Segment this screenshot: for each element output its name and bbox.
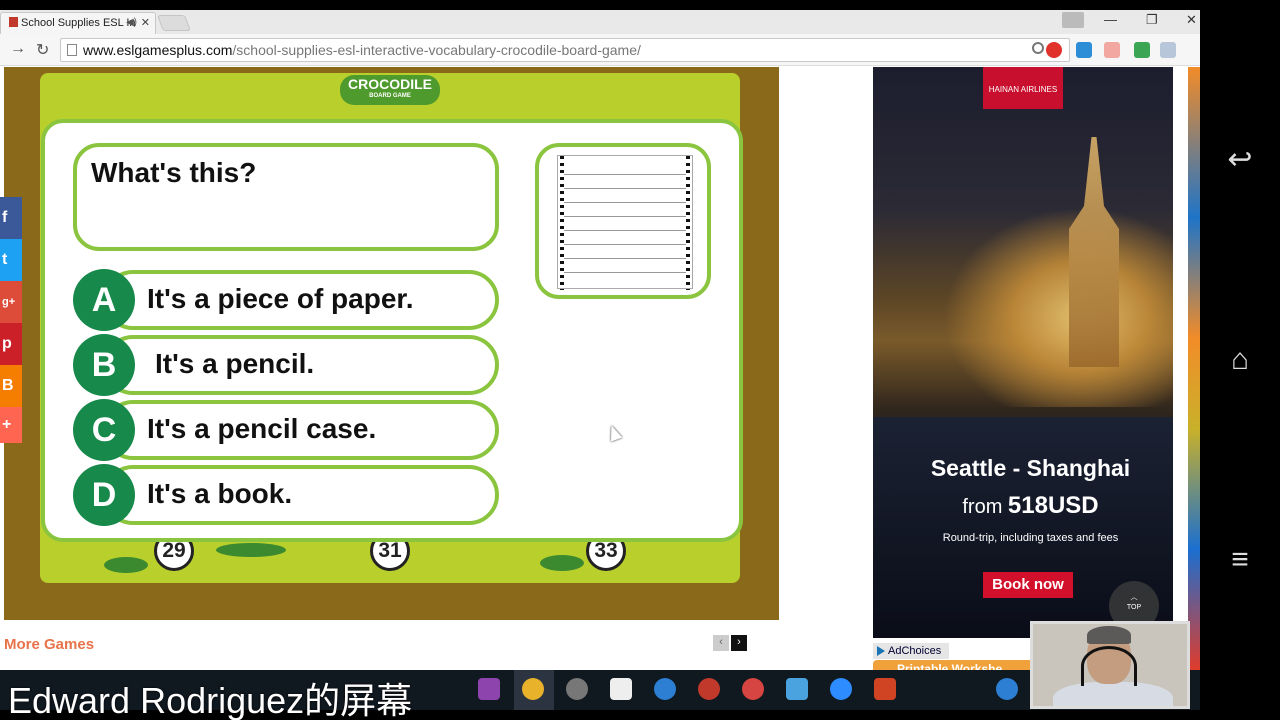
more-games-heading[interactable]: More Games [4,636,94,653]
question-text: What's this? [91,157,257,188]
adchoices-icon [877,646,885,656]
tab-title: School Supplies ESL In [21,17,136,29]
adchoices-link[interactable]: AdChoices [873,643,949,659]
ad-route: Seattle - Shanghai [930,455,1131,481]
profile-icon[interactable] [1062,12,1084,28]
price-value: 518USD [1007,492,1099,519]
quiz-panel: What's this? A It's a piece of paper. B … [41,119,743,542]
question-box: What's this? [73,143,499,251]
extension-green-icon[interactable] [1134,42,1150,58]
lily-pad-icon [104,557,148,573]
home-icon[interactable]: ⌂ [1222,342,1258,378]
maximize-button[interactable]: ❐ [1146,12,1158,28]
minimize-button[interactable]: — [1104,12,1117,27]
zoom-icon[interactable] [1032,42,1044,54]
extension-pink-icon[interactable] [1104,42,1120,58]
top-label: TOP [1126,604,1142,611]
audio-icon[interactable]: ◀) [126,13,137,33]
app-icon[interactable] [698,678,720,700]
screen-share-caption: Edward Rodriguez的屏幕 [8,680,413,720]
crocodile-icon [216,543,286,557]
airline-ad[interactable]: HAINAN AIRLINES Seattle - Shanghai from … [873,67,1173,638]
tab-bar: School Supplies ESL In ◀) ✕ — ❐ ✕ [0,10,1200,34]
extension-blue-icon[interactable] [1076,42,1092,58]
paper-image [557,155,693,290]
book-now-button[interactable]: Book now [983,572,1073,598]
printable-worksheets-tab[interactable]: Printable Workshe [873,660,1033,670]
blogger-icon[interactable]: B [0,365,22,407]
more-share-icon[interactable]: + [0,407,22,443]
option-b-text: It's a pencil. [155,348,315,379]
new-tab-button[interactable] [157,15,191,31]
clock-tower-image [1069,137,1119,367]
googleplus-icon[interactable]: g+ [0,281,22,323]
browser-window: School Supplies ESL In ◀) ✕ — ❐ ✕ → ↻ ww… [0,10,1200,670]
powerpoint-icon[interactable] [874,678,896,700]
page-icon [67,44,77,56]
lily-pad-icon [540,555,584,571]
airline-logo: HAINAN AIRLINES [983,67,1063,109]
option-a-letter: A [73,269,135,331]
app-icon[interactable] [478,678,500,700]
app-icon[interactable] [654,678,676,700]
option-a-button[interactable]: A It's a piece of paper. [73,269,499,331]
screen: School Supplies ESL In ◀) ✕ — ❐ ✕ → ↻ ww… [0,0,1280,720]
address-bar[interactable]: www.eslgamesplus.com/school-supplies-esl… [60,38,1070,62]
logo-title: CROCODILE [348,76,432,92]
close-window-button[interactable]: ✕ [1186,12,1197,28]
option-d-text: It's a book. [147,478,293,509]
tab-active[interactable]: School Supplies ESL In ◀) ✕ [0,12,156,34]
back-icon[interactable]: ↩ [1222,142,1258,178]
app-icon[interactable] [566,678,588,700]
game-frame[interactable]: CROCODILE BOARD GAME 29 31 33 What's thi… [4,67,779,620]
question-image-box [535,143,711,299]
carousel-next-button[interactable]: › [731,635,747,651]
browser-toolbar: → ↻ www.eslgamesplus.com/school-supplies… [0,34,1200,66]
url-host: www.eslgamesplus.com [83,42,233,58]
ad-price: from 518USD [873,492,1173,520]
webcam-overlay [1030,621,1190,709]
carousel-prev-button[interactable]: ‹ [713,635,729,651]
forward-icon[interactable]: → [10,40,26,58]
chrome-icon[interactable] [522,678,544,700]
option-d-letter: D [73,464,135,526]
menu-icon[interactable]: ≡ [1222,542,1258,578]
extension-gray-icon[interactable] [1160,42,1176,58]
option-c-button[interactable]: C It's a pencil case. [73,399,499,461]
pinterest-icon[interactable]: p [0,323,22,365]
app-icon[interactable] [742,678,764,700]
option-b-letter: B [73,334,135,396]
option-c-text: It's a pencil case. [147,413,377,444]
url-path: /school-supplies-esl-interactive-vocabul… [232,42,641,58]
option-b-button[interactable]: B It's a pencil. [73,334,499,396]
onedrive-icon[interactable] [786,678,808,700]
amazon-icon[interactable] [610,678,632,700]
crocodile-logo: CROCODILE BOARD GAME [340,75,440,105]
logo-subtitle: BOARD GAME [369,93,411,99]
adchoices-label: AdChoices [888,645,942,657]
android-nav-bar: ↩ ⌂ ≡ [1200,0,1280,720]
extension-red-icon[interactable] [1046,42,1062,58]
option-a-text: It's a piece of paper. [147,283,414,314]
option-d-button[interactable]: D It's a book. [73,464,499,526]
zoom-app-icon[interactable] [830,678,852,700]
page-content: CROCODILE BOARD GAME 29 31 33 What's thi… [0,67,1200,670]
favicon-icon [9,17,18,27]
facebook-icon[interactable]: f [0,197,22,239]
reload-icon[interactable]: ↻ [36,40,49,60]
headset-icon [1081,646,1137,686]
option-c-letter: C [73,399,135,461]
tray-icon[interactable] [996,678,1018,700]
ad-fine-print: Round-trip, including taxes and fees [942,532,1119,544]
tab-close-icon[interactable]: ✕ [141,13,150,33]
twitter-icon[interactable]: t [0,239,22,281]
side-banner[interactable] [1188,67,1200,670]
price-prefix: from [962,496,1003,518]
